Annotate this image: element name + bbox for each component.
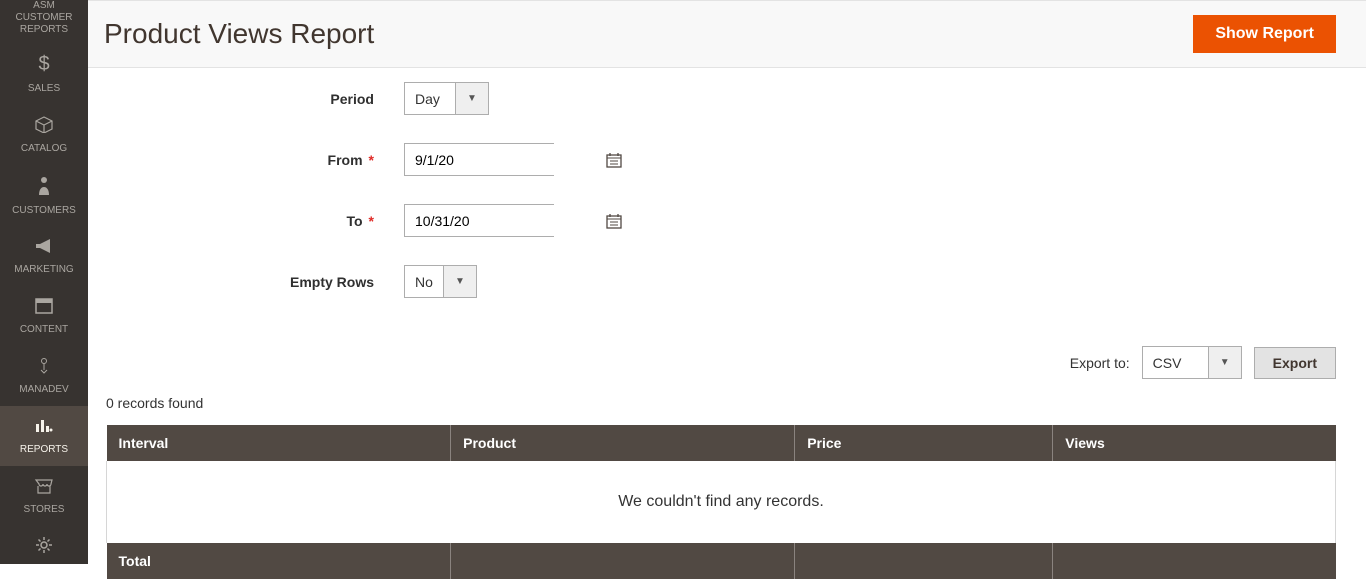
col-views[interactable]: Views (1053, 425, 1336, 461)
period-row: Period Day ▼ (104, 82, 1350, 115)
nav-asm-customer-reports[interactable]: ASM CUSTOMER REPORTS (0, 0, 88, 44)
calendar-icon[interactable] (606, 213, 622, 229)
footer-price (795, 543, 1053, 579)
from-date-field[interactable] (404, 143, 554, 176)
period-select[interactable]: Day ▼ (404, 82, 489, 115)
nav-label: SALES (28, 83, 60, 95)
nav-marketing[interactable]: MARKETING (0, 226, 88, 286)
gear-icon (35, 536, 53, 560)
footer-total: Total (107, 543, 451, 579)
col-price[interactable]: Price (795, 425, 1053, 461)
person-icon (37, 175, 51, 201)
period-label: Period (104, 91, 404, 107)
export-button[interactable]: Export (1254, 347, 1336, 379)
export-format-select[interactable]: CSV ▼ (1142, 346, 1242, 379)
nav-manadev[interactable]: MANADEV (0, 346, 88, 406)
mana-icon (36, 356, 52, 380)
report-table: Interval Product Price Views We couldn't… (106, 425, 1336, 579)
export-format-value: CSV (1143, 347, 1208, 378)
to-date-field[interactable] (404, 204, 554, 237)
table-header-row: Interval Product Price Views (107, 425, 1336, 461)
dollar-icon: $ (35, 53, 53, 79)
nav-label: CONTENT (20, 324, 68, 336)
nav-label: MARKETING (14, 264, 73, 276)
empty-message: We couldn't find any records. (107, 461, 1336, 543)
period-value: Day (405, 83, 455, 114)
export-label: Export to: (1070, 355, 1130, 371)
from-row: From* (104, 143, 1350, 176)
nav-stores[interactable]: STORES (0, 466, 88, 526)
col-interval[interactable]: Interval (107, 425, 451, 461)
to-label: To* (104, 213, 404, 229)
empty-rows-value: No (405, 266, 443, 297)
admin-sidebar: ASM CUSTOMER REPORTS $ SALES CATALOG CUS… (0, 0, 88, 564)
megaphone-icon (34, 237, 54, 260)
filter-form: Period Day ▼ From* To* (88, 68, 1366, 336)
nav-label: STORES (24, 504, 65, 516)
footer-product (451, 543, 795, 579)
chevron-down-icon: ▼ (455, 83, 488, 114)
box-icon (34, 115, 54, 139)
main-content: Product Views Report Show Report Period … (88, 0, 1366, 579)
page-title: Product Views Report (104, 18, 374, 50)
chevron-down-icon: ▼ (443, 266, 476, 297)
empty-rows-row: Empty Rows No ▼ (104, 265, 1350, 298)
chart-icon (34, 416, 54, 440)
nav-label: ASM CUSTOMER REPORTS (4, 0, 84, 36)
nav-label: CATALOG (21, 143, 67, 155)
to-date-input[interactable] (405, 205, 606, 236)
chevron-down-icon: ▼ (1208, 347, 1241, 378)
nav-label: CUSTOMERS (12, 205, 76, 217)
table-footer-row: Total (107, 543, 1336, 579)
required-mark: * (369, 152, 374, 168)
nav-system[interactable] (0, 526, 88, 564)
empty-rows-select[interactable]: No ▼ (404, 265, 477, 298)
show-report-button[interactable]: Show Report (1193, 15, 1336, 53)
col-product[interactable]: Product (451, 425, 795, 461)
footer-views (1053, 543, 1336, 579)
nav-content[interactable]: CONTENT (0, 286, 88, 346)
page-header: Product Views Report Show Report (88, 0, 1366, 68)
records-found: 0 records found (88, 395, 1366, 425)
nav-catalog[interactable]: CATALOG (0, 105, 88, 165)
from-label: From* (104, 152, 404, 168)
nav-label: REPORTS (20, 444, 68, 456)
nav-label: MANADEV (19, 384, 68, 396)
calendar-icon[interactable] (606, 152, 622, 168)
svg-text:$: $ (38, 53, 49, 73)
nav-sales[interactable]: $ SALES (0, 44, 88, 105)
nav-reports[interactable]: REPORTS (0, 406, 88, 466)
required-mark: * (369, 213, 374, 229)
nav-customers[interactable]: CUSTOMERS (0, 165, 88, 226)
export-row: Export to: CSV ▼ Export (88, 336, 1366, 395)
from-date-input[interactable] (405, 144, 606, 175)
store-icon (34, 477, 54, 500)
table-empty-row: We couldn't find any records. (107, 461, 1336, 543)
to-row: To* (104, 204, 1350, 237)
layout-icon (35, 297, 53, 320)
empty-rows-label: Empty Rows (104, 274, 404, 290)
